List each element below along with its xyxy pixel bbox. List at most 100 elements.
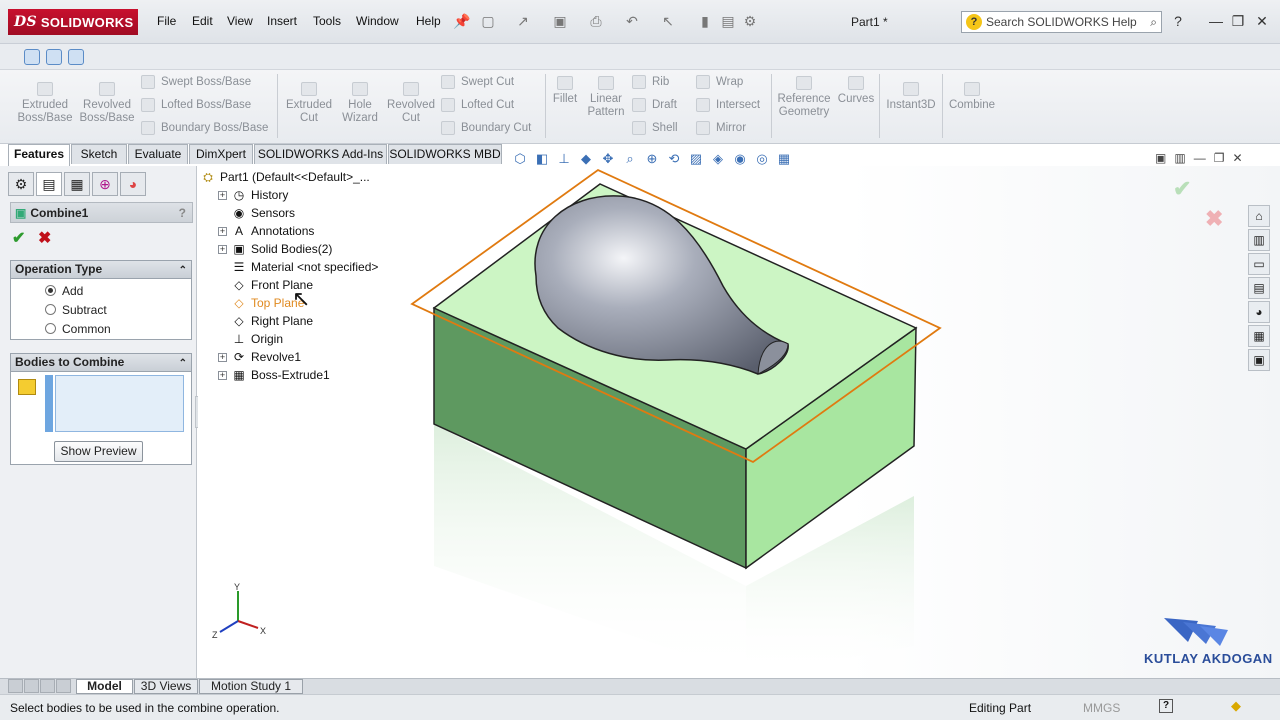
wrap-button[interactable]: Wrap [696,75,743,89]
shell-button[interactable]: Shell [632,121,678,135]
tree-item-right-plane[interactable]: ◇ Right Plane [231,312,313,330]
tab-addins[interactable]: SOLIDWORKS Add-Ins [254,144,387,164]
menu-window[interactable]: Window [356,14,399,28]
tree-item-annotations[interactable]: + A Annotations [218,222,314,240]
scroll-next-icon[interactable] [40,679,55,693]
lofted-cut-button[interactable]: Lofted Cut [441,98,514,112]
tree-item-boss-extrude1[interactable]: + ▦ Boss-Extrude1 [218,366,330,384]
design-library-icon[interactable]: ▥ [1248,229,1270,251]
tab-model[interactable]: Model [76,679,133,694]
confirm-ok-icon[interactable]: ✔ [1173,176,1191,202]
tab-scroll-controls[interactable] [8,679,74,693]
dimxpert-tab-icon[interactable]: ⊕ [92,172,118,196]
vp-minimize-icon[interactable]: — [1194,151,1206,165]
view-cube-icon[interactable]: ◆ [578,151,594,167]
vp-close-icon[interactable]: ✕ [1232,151,1242,165]
view-orientation-icon[interactable]: ⬡ [512,151,528,167]
status-help-icon[interactable]: ? [1159,699,1173,713]
linear-pattern-button[interactable]: Linear Pattern [584,76,628,119]
bodies-selection-list[interactable] [55,375,184,432]
undo-icon[interactable]: ↶ [624,13,640,29]
hole-wizard-button[interactable]: Hole Wizard [337,82,383,125]
scroll-first-icon[interactable] [8,679,23,693]
tree-root[interactable]: ⛭ Part1 (Default<<Default>_... [200,168,370,186]
feature-manager-tab-icon[interactable]: ⚙ [8,172,34,196]
lofted-boss-button[interactable]: Lofted Boss/Base [141,98,251,112]
new-document-icon[interactable]: ▢ [480,13,496,29]
show-preview-button[interactable]: Show Preview [54,441,143,462]
menu-help[interactable]: Help [416,14,441,28]
expand-icon[interactable]: + [218,370,227,380]
tab-3d-views[interactable]: 3D Views [134,679,198,694]
menu-file[interactable]: File [157,14,176,28]
forum-icon[interactable]: ▣ [1248,349,1270,371]
tab-dimxpert[interactable]: DimXpert [189,144,253,164]
tab-sketch[interactable]: Sketch [71,144,127,164]
custom-properties-icon[interactable]: ▦ [1248,325,1270,347]
reference-geometry-button[interactable]: Reference Geometry [776,76,832,119]
print-icon[interactable]: ⎙ [588,13,604,29]
scroll-last-icon[interactable] [56,679,71,693]
previous-view-icon[interactable]: ◧ [534,151,550,167]
rebuild-status-icon[interactable]: ◆ [1231,698,1245,714]
scroll-prev-icon[interactable] [24,679,39,693]
display-manager-icon[interactable] [68,49,84,65]
feature-manager-icon[interactable] [24,49,40,65]
tree-item-history[interactable]: + ◷ History [218,186,288,204]
boundary-cut-button[interactable]: Boundary Cut [441,121,531,135]
extruded-boss-button[interactable]: Extruded Boss/Base [16,82,74,125]
expand-icon[interactable]: + [218,190,227,200]
display-manager-tab-icon[interactable]: ◕ [120,172,146,196]
view-settings-icon[interactable]: ▦ [776,151,792,167]
radio-add[interactable]: Add [45,281,191,300]
tab-evaluate[interactable]: Evaluate [128,144,188,164]
revolved-boss-button[interactable]: Revolved Boss/Base [78,82,136,125]
options-icon[interactable]: ⚙ [742,13,758,29]
help-search-field[interactable]: ? Search SOLIDWORKS Help ⌕ [961,11,1162,33]
rib-button[interactable]: Rib [632,75,669,89]
tree-item-solid-bodies[interactable]: + ▣ Solid Bodies(2) [218,240,332,258]
restore-icon[interactable]: ❐ [1230,13,1246,29]
intersect-button[interactable]: Intersect [696,98,760,112]
combine-button[interactable]: Combine [946,82,998,112]
appearances-icon[interactable]: ◕ [1248,301,1270,323]
vp-restore-icon[interactable]: ❐ [1214,151,1225,165]
menu-insert[interactable]: Insert [267,14,297,28]
hide-show-icon[interactable]: ◈ [710,151,726,167]
instant3d-button[interactable]: Instant3D [883,82,939,112]
view-palette-icon[interactable]: ▤ [1248,277,1270,299]
revolved-cut-button[interactable]: Revolved Cut [385,82,437,125]
menu-tools[interactable]: Tools [313,14,341,28]
display-style-icon[interactable]: ▨ [688,151,704,167]
scene-icon[interactable]: ◎ [754,151,770,167]
pan-icon[interactable]: ✥ [600,151,616,167]
cancel-x-icon[interactable]: ✖ [38,228,51,248]
tile-icon[interactable]: ▣ [1155,151,1166,165]
curves-button[interactable]: Curves [836,76,876,106]
radio-common[interactable]: Common [45,319,191,338]
property-manager-tab-icon[interactable]: ▤ [36,172,62,196]
save-icon[interactable]: ▣ [552,13,568,29]
swept-cut-button[interactable]: Swept Cut [441,75,514,89]
select-icon[interactable]: ↖ [660,13,676,29]
rotate-icon[interactable]: ⟲ [666,151,682,167]
collapse-icon[interactable]: ⌃ [179,262,187,279]
expand-icon[interactable]: + [218,244,227,254]
open-icon[interactable]: ↗ [515,13,531,29]
confirm-cancel-icon[interactable]: ✖ [1205,206,1223,232]
radio-subtract[interactable]: Subtract [45,300,191,319]
file-properties-icon[interactable]: ▤ [720,13,736,29]
graphics-viewport[interactable]: Y X Z [198,166,1280,678]
menu-edit[interactable]: Edit [192,14,213,28]
configuration-manager-tab-icon[interactable]: ▦ [64,172,90,196]
rebuild-icon[interactable]: ▮ [697,13,713,29]
minimize-icon[interactable]: — [1208,13,1224,29]
units-indicator[interactable]: MMGS [1083,701,1120,715]
solidworks-logo[interactable]: DS SOLIDWORKS [8,9,138,35]
tree-item-material[interactable]: ☰ Material <not specified> [231,258,379,276]
ok-check-icon[interactable]: ✔ [12,228,25,248]
expand-icon[interactable]: + [218,352,227,362]
edit-appearance-icon[interactable]: ◉ [732,151,748,167]
split-icon[interactable]: ▥ [1174,151,1185,165]
tab-mbd[interactable]: SOLIDWORKS MBD [388,144,502,164]
